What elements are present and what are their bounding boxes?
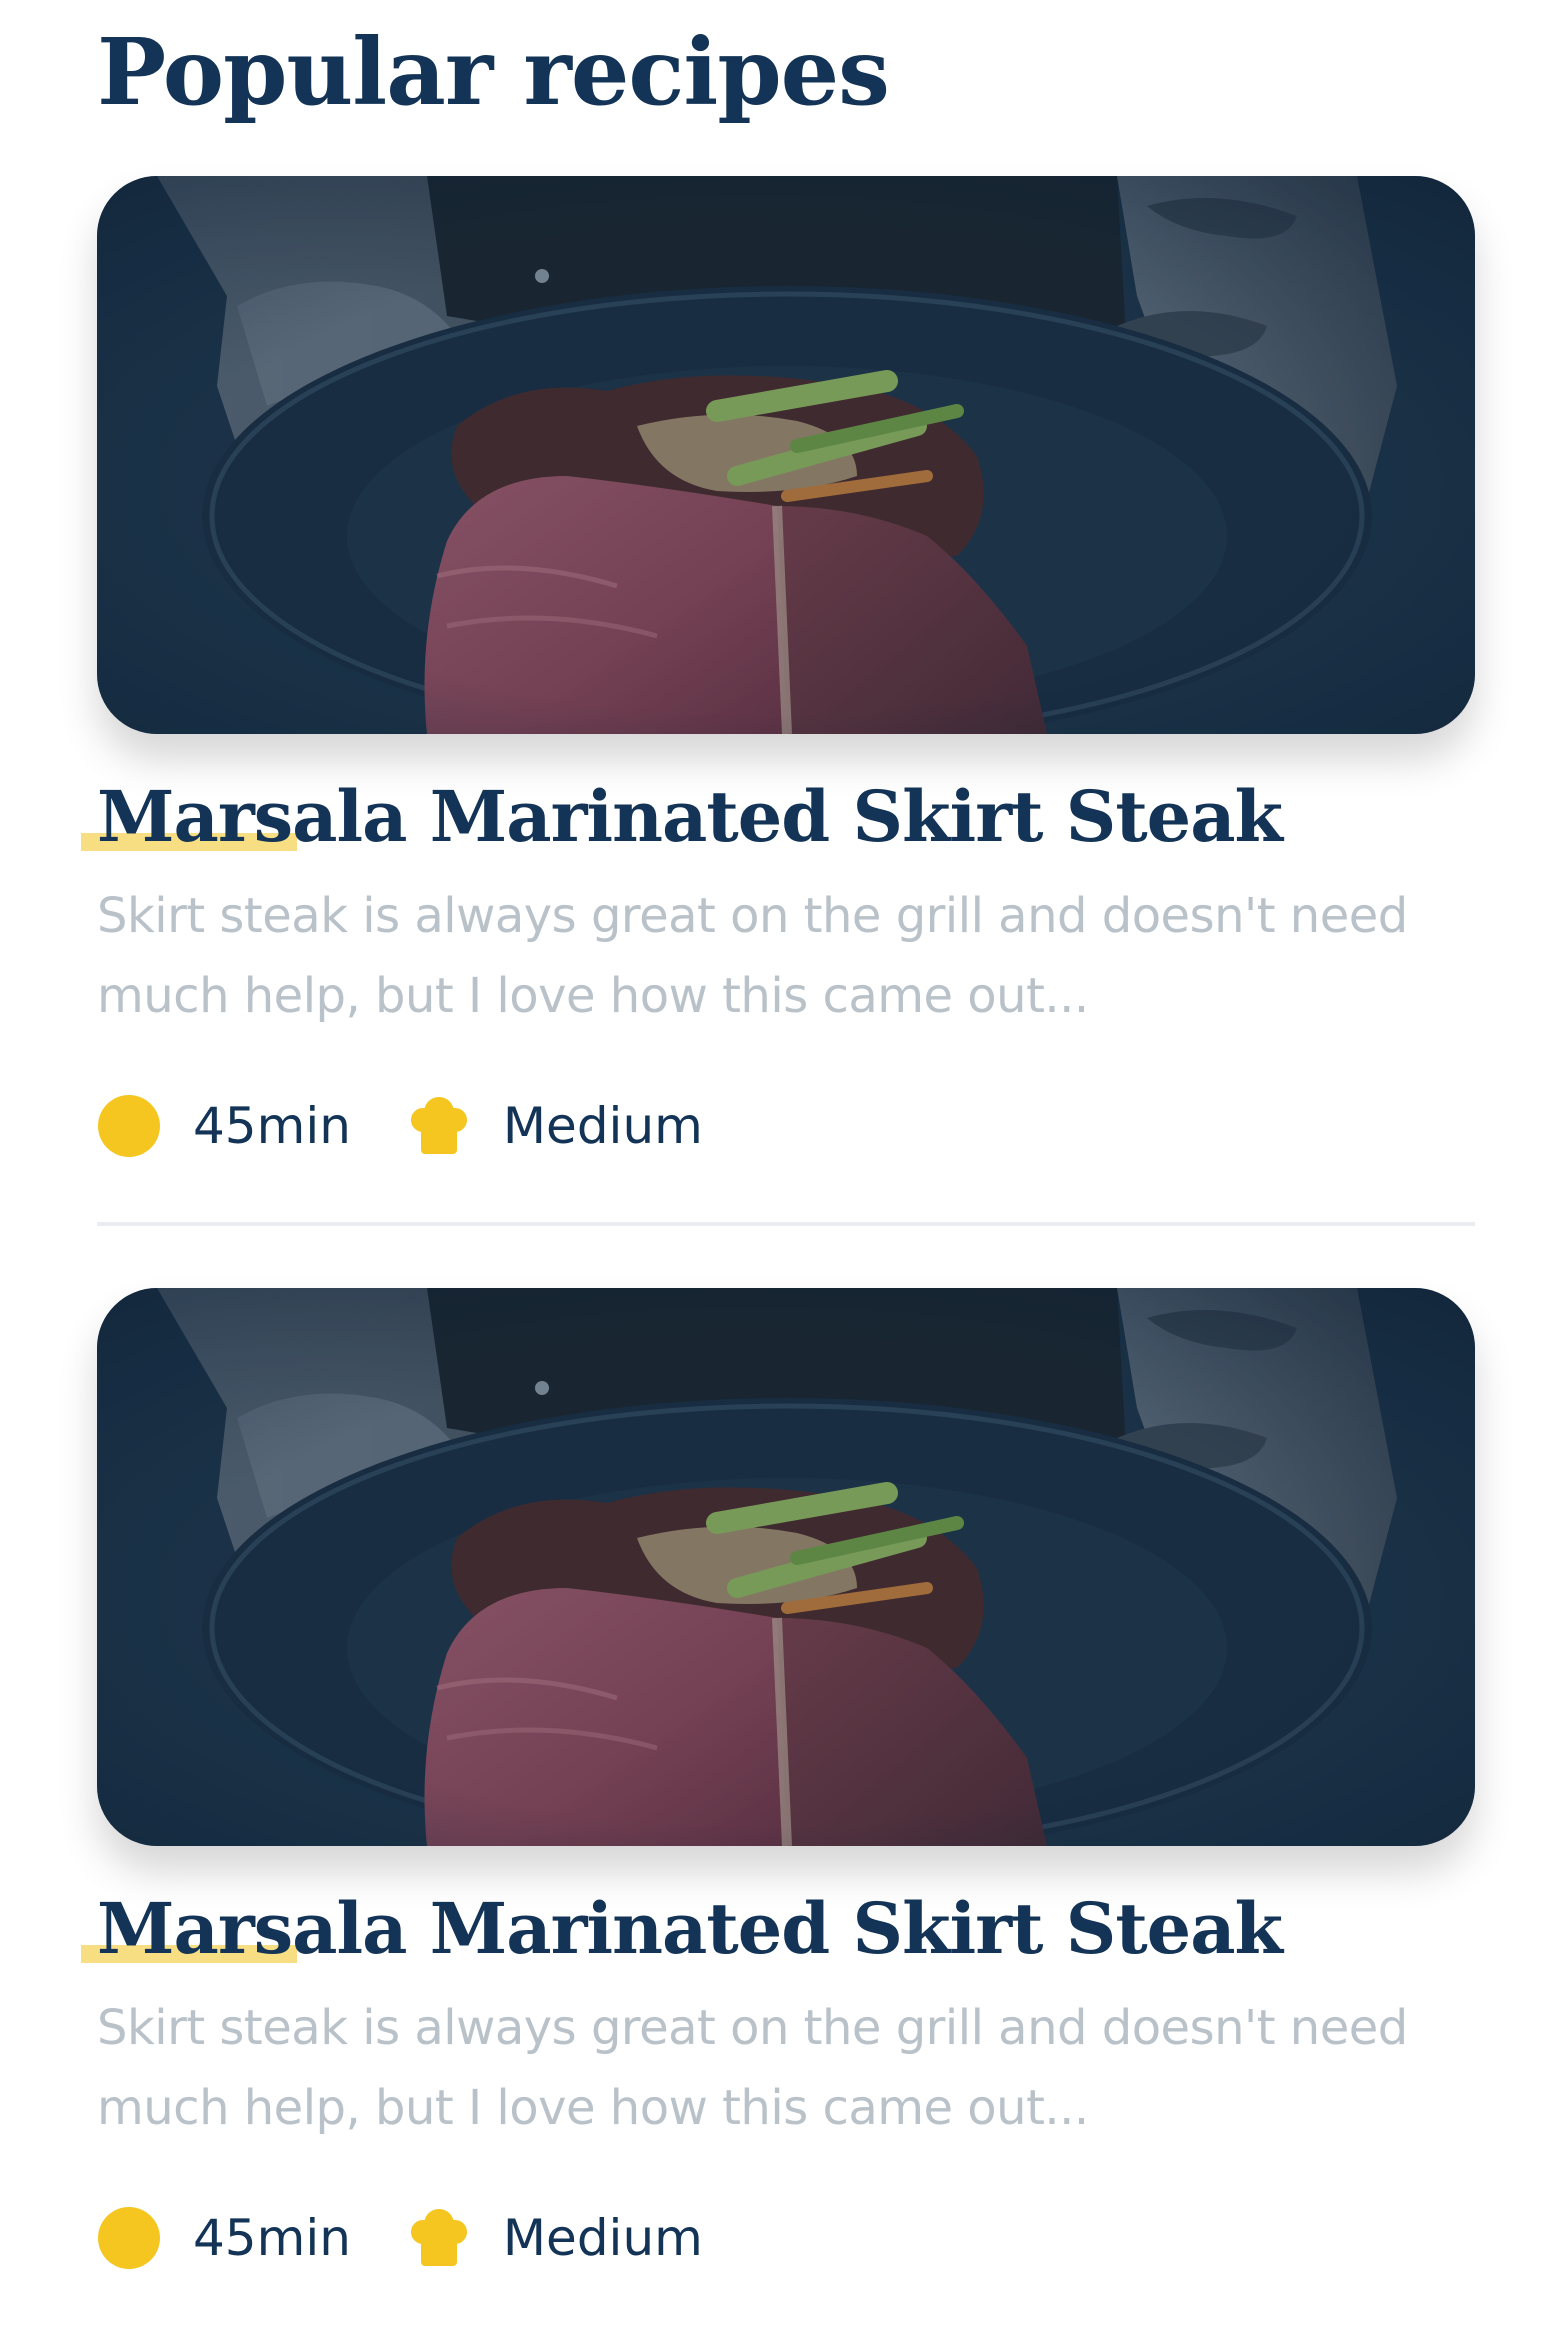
recipe-card[interactable]: Marsala Marinated Skirt Steak Skirt stea… <box>81 176 1475 1288</box>
cook-time: 45min <box>193 1097 351 1155</box>
recipe-image[interactable] <box>97 1288 1475 1846</box>
divider <box>97 1222 1475 1226</box>
chef-hat-icon <box>407 2206 471 2270</box>
recipe-meta: 45min Medium <box>97 2202 703 2274</box>
page-title: Popular recipes <box>97 18 890 126</box>
recipe-title[interactable]: Marsala Marinated Skirt Steak <box>97 1879 1283 1979</box>
recipe-title[interactable]: Marsala Marinated Skirt Steak <box>97 767 1283 867</box>
difficulty: Medium <box>502 2209 703 2267</box>
recipe-description: Skirt steak is always great on the grill… <box>97 2000 1408 2136</box>
clock-icon <box>97 2206 161 2270</box>
clock-icon <box>97 1094 161 1158</box>
recipe-card[interactable]: Marsala Marinated Skirt Steak Skirt stea… <box>81 1288 1475 2328</box>
chef-hat-icon <box>407 1094 471 1158</box>
cook-time: 45min <box>193 2209 351 2267</box>
recipe-image[interactable] <box>97 176 1475 734</box>
difficulty: Medium <box>502 1097 703 1155</box>
recipe-description: Skirt steak is always great on the grill… <box>97 888 1408 1024</box>
recipe-meta: 45min Medium <box>97 1090 703 1162</box>
